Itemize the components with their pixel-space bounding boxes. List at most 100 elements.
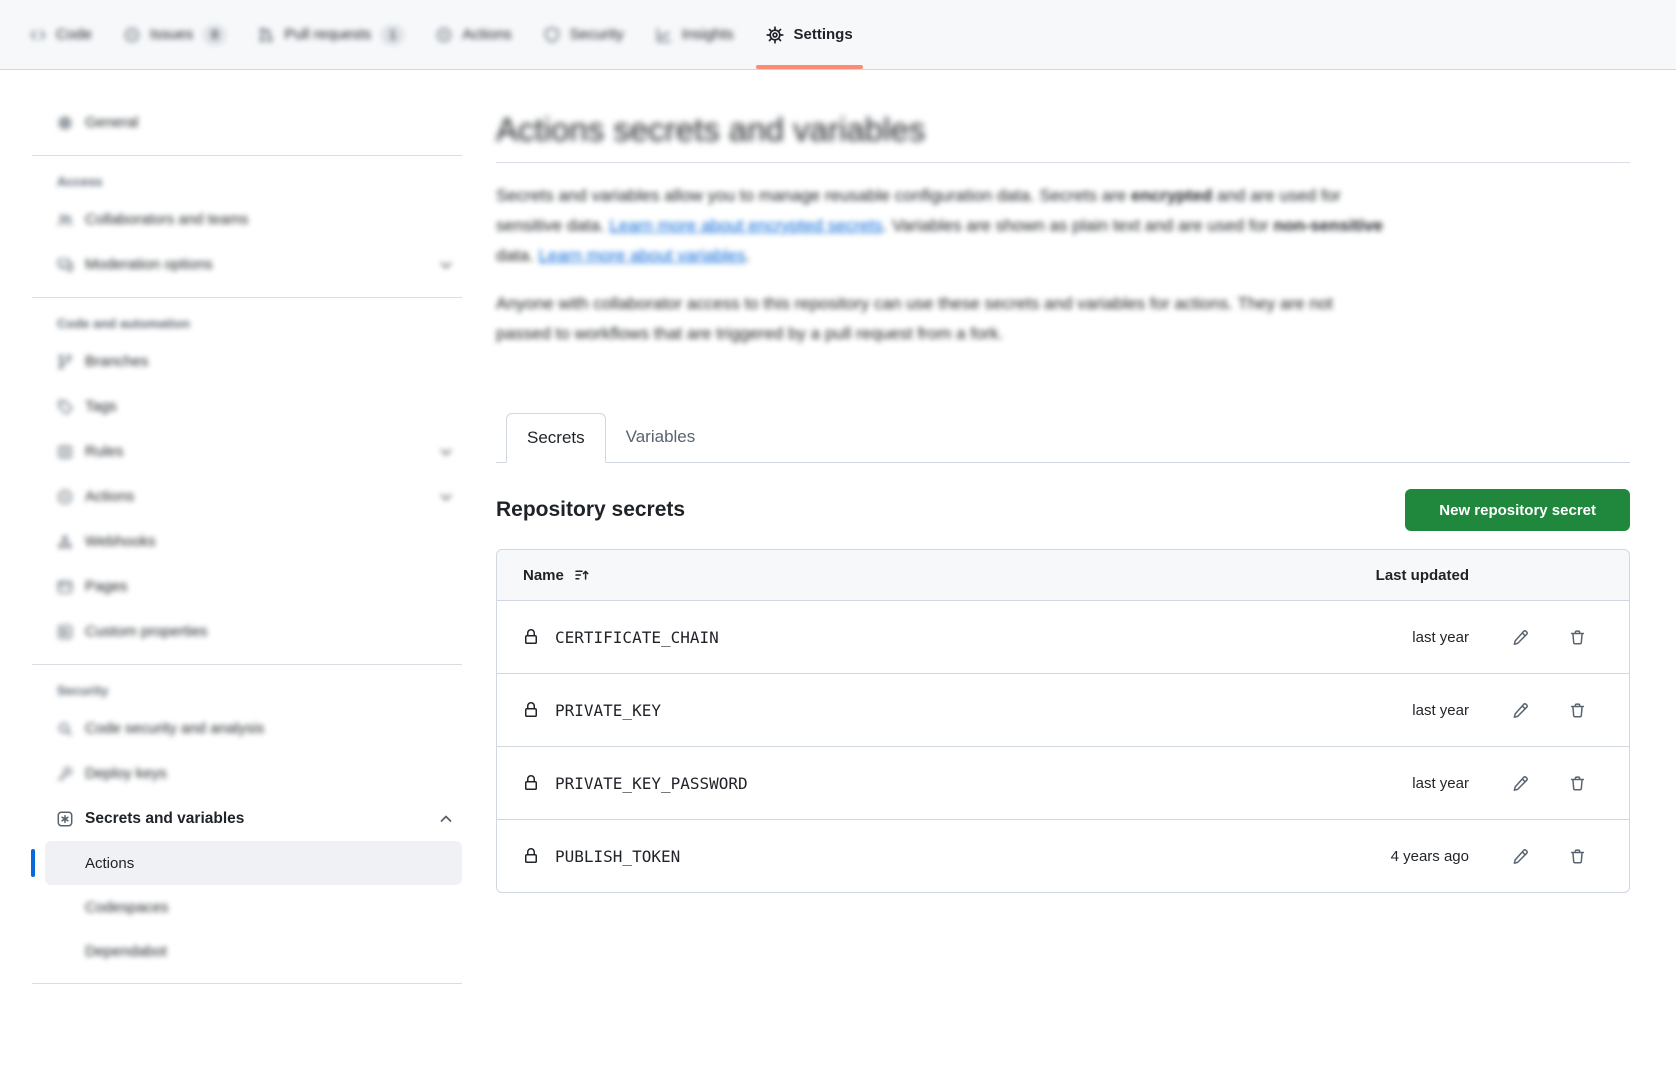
pull-requests-count-badge: 1 xyxy=(381,25,404,45)
lock-icon xyxy=(523,629,539,645)
nav-tab-insights-label: Insights xyxy=(682,26,734,43)
trash-icon xyxy=(1569,848,1586,865)
nav-tab-security[interactable]: Security xyxy=(528,0,640,69)
sidebar-item-code-security[interactable]: Code security and analysis xyxy=(32,706,462,751)
pencil-icon xyxy=(1512,848,1529,865)
nav-tab-code[interactable]: Code xyxy=(14,0,108,69)
encrypted-term: encrypted xyxy=(1131,186,1212,205)
section-title: Repository secrets xyxy=(496,498,685,522)
sidebar-item-webhooks[interactable]: Webhooks xyxy=(32,519,462,564)
nav-tab-issues[interactable]: Issues 8 xyxy=(108,0,243,69)
secret-name: PRIVATE_KEY xyxy=(555,701,661,720)
nav-tab-pull-requests-label: Pull requests xyxy=(284,26,371,43)
trash-icon xyxy=(1569,702,1586,719)
sidebar-item-pages[interactable]: Pages xyxy=(32,564,462,609)
tab-variables[interactable]: Variables xyxy=(606,413,716,461)
webhook-icon xyxy=(57,534,73,550)
secret-updated: last year xyxy=(1249,702,1469,719)
sidebar-divider xyxy=(32,664,462,665)
play-icon xyxy=(57,489,73,505)
sidebar-divider xyxy=(32,155,462,156)
sidebar-item-actions[interactable]: Actions xyxy=(32,474,462,519)
sidebar-section-security: Security xyxy=(32,683,462,698)
sidebar-item-rules[interactable]: Rules xyxy=(32,429,462,474)
sidebar-section-access: Access xyxy=(32,174,462,189)
edit-secret-button[interactable] xyxy=(1510,773,1531,794)
delete-secret-button[interactable] xyxy=(1567,846,1588,867)
graph-icon xyxy=(656,27,672,43)
secret-updated: 4 years ago xyxy=(1249,848,1469,865)
sidebar-section-code-automation: Code and automation xyxy=(32,316,462,331)
sidebar-item-secrets-actions[interactable]: Actions xyxy=(45,841,462,885)
sidebar-item-general[interactable]: General xyxy=(32,100,462,145)
sidebar-item-collaborators[interactable]: Collaborators and teams xyxy=(32,197,462,242)
issue-opened-icon xyxy=(124,27,140,43)
pencil-icon xyxy=(1512,775,1529,792)
edit-secret-button[interactable] xyxy=(1510,846,1531,867)
sidebar-item-moderation-options[interactable]: Moderation options xyxy=(32,242,462,287)
pencil-icon xyxy=(1512,702,1529,719)
custom-properties-icon xyxy=(57,624,73,640)
link-encrypted-secrets[interactable]: Learn more about encrypted secrets xyxy=(609,216,882,235)
delete-secret-button[interactable] xyxy=(1567,773,1588,794)
trash-icon xyxy=(1569,629,1586,646)
nav-tab-settings[interactable]: Settings xyxy=(750,0,869,69)
code-icon xyxy=(30,27,46,43)
title-divider xyxy=(496,162,1630,163)
edit-secret-button[interactable] xyxy=(1510,700,1531,721)
sidebar-item-secrets-codespaces[interactable]: Codespaces xyxy=(32,885,462,929)
codescan-icon xyxy=(57,721,73,737)
nav-tab-pull-requests[interactable]: Pull requests 1 xyxy=(242,0,420,69)
secrets-table: Name Last updated CERTIFICATE_CHAIN last… xyxy=(496,549,1630,893)
delete-secret-button[interactable] xyxy=(1567,627,1588,648)
asterisk-box-icon xyxy=(57,811,73,827)
nav-tab-settings-label: Settings xyxy=(794,26,853,43)
tag-icon xyxy=(57,399,73,415)
settings-sidebar: General Access Collaborators and teams M… xyxy=(0,70,478,994)
shield-icon xyxy=(544,27,560,43)
people-icon xyxy=(57,212,73,228)
column-header-name[interactable]: Name xyxy=(523,567,564,584)
sort-ascending-icon[interactable] xyxy=(574,567,590,583)
chevron-down-icon xyxy=(438,257,454,273)
chevron-down-icon xyxy=(438,444,454,460)
lock-icon xyxy=(523,702,539,718)
issues-count-badge: 8 xyxy=(203,25,226,45)
sidebar-item-custom-properties[interactable]: Custom properties xyxy=(32,609,462,654)
lock-icon xyxy=(523,775,539,791)
play-icon xyxy=(436,27,452,43)
sidebar-divider xyxy=(32,983,462,984)
sidebar-divider xyxy=(32,297,462,298)
repository-secrets-header: Repository secrets New repository secret xyxy=(496,489,1630,531)
sidebar-item-deploy-keys[interactable]: Deploy keys xyxy=(32,751,462,796)
nav-tab-actions-label: Actions xyxy=(462,26,511,43)
new-repository-secret-button[interactable]: New repository secret xyxy=(1405,489,1630,531)
tab-secrets[interactable]: Secrets xyxy=(506,413,606,463)
settings-content: Actions secrets and variables Secrets an… xyxy=(496,70,1630,893)
secret-name: PRIVATE_KEY_PASSWORD xyxy=(555,774,748,793)
secret-name: PUBLISH_TOKEN xyxy=(555,847,680,866)
secret-updated: last year xyxy=(1249,775,1469,792)
key-icon xyxy=(57,766,73,782)
sidebar-item-tags[interactable]: Tags xyxy=(32,384,462,429)
sidebar-item-branches[interactable]: Branches xyxy=(32,339,462,384)
gear-icon xyxy=(766,26,784,44)
delete-secret-button[interactable] xyxy=(1567,700,1588,721)
sidebar-item-secrets-and-variables[interactable]: Secrets and variables xyxy=(32,796,462,841)
repo-top-nav: Code Issues 8 Pull requests 1 Actions Se… xyxy=(0,0,1676,70)
sidebar-item-secrets-dependabot[interactable]: Dependabot xyxy=(32,929,462,973)
edit-secret-button[interactable] xyxy=(1510,627,1531,648)
secret-row: PUBLISH_TOKEN 4 years ago xyxy=(497,819,1629,892)
git-pull-request-icon xyxy=(258,27,274,43)
intro-paragraph: Secrets and variables allow you to manag… xyxy=(496,181,1630,271)
secret-name: CERTIFICATE_CHAIN xyxy=(555,628,719,647)
nav-tab-actions[interactable]: Actions xyxy=(420,0,527,69)
link-variables[interactable]: Learn more about variables xyxy=(539,246,746,265)
page-title: Actions secrets and variables xyxy=(496,108,1630,152)
secret-row: PRIVATE_KEY last year xyxy=(497,673,1629,746)
secret-updated: last year xyxy=(1249,629,1469,646)
column-header-last-updated: Last updated xyxy=(1249,567,1469,584)
pencil-icon xyxy=(1512,629,1529,646)
access-note-paragraph: Anyone with collaborator access to this … xyxy=(496,289,1630,349)
nav-tab-insights[interactable]: Insights xyxy=(640,0,750,69)
